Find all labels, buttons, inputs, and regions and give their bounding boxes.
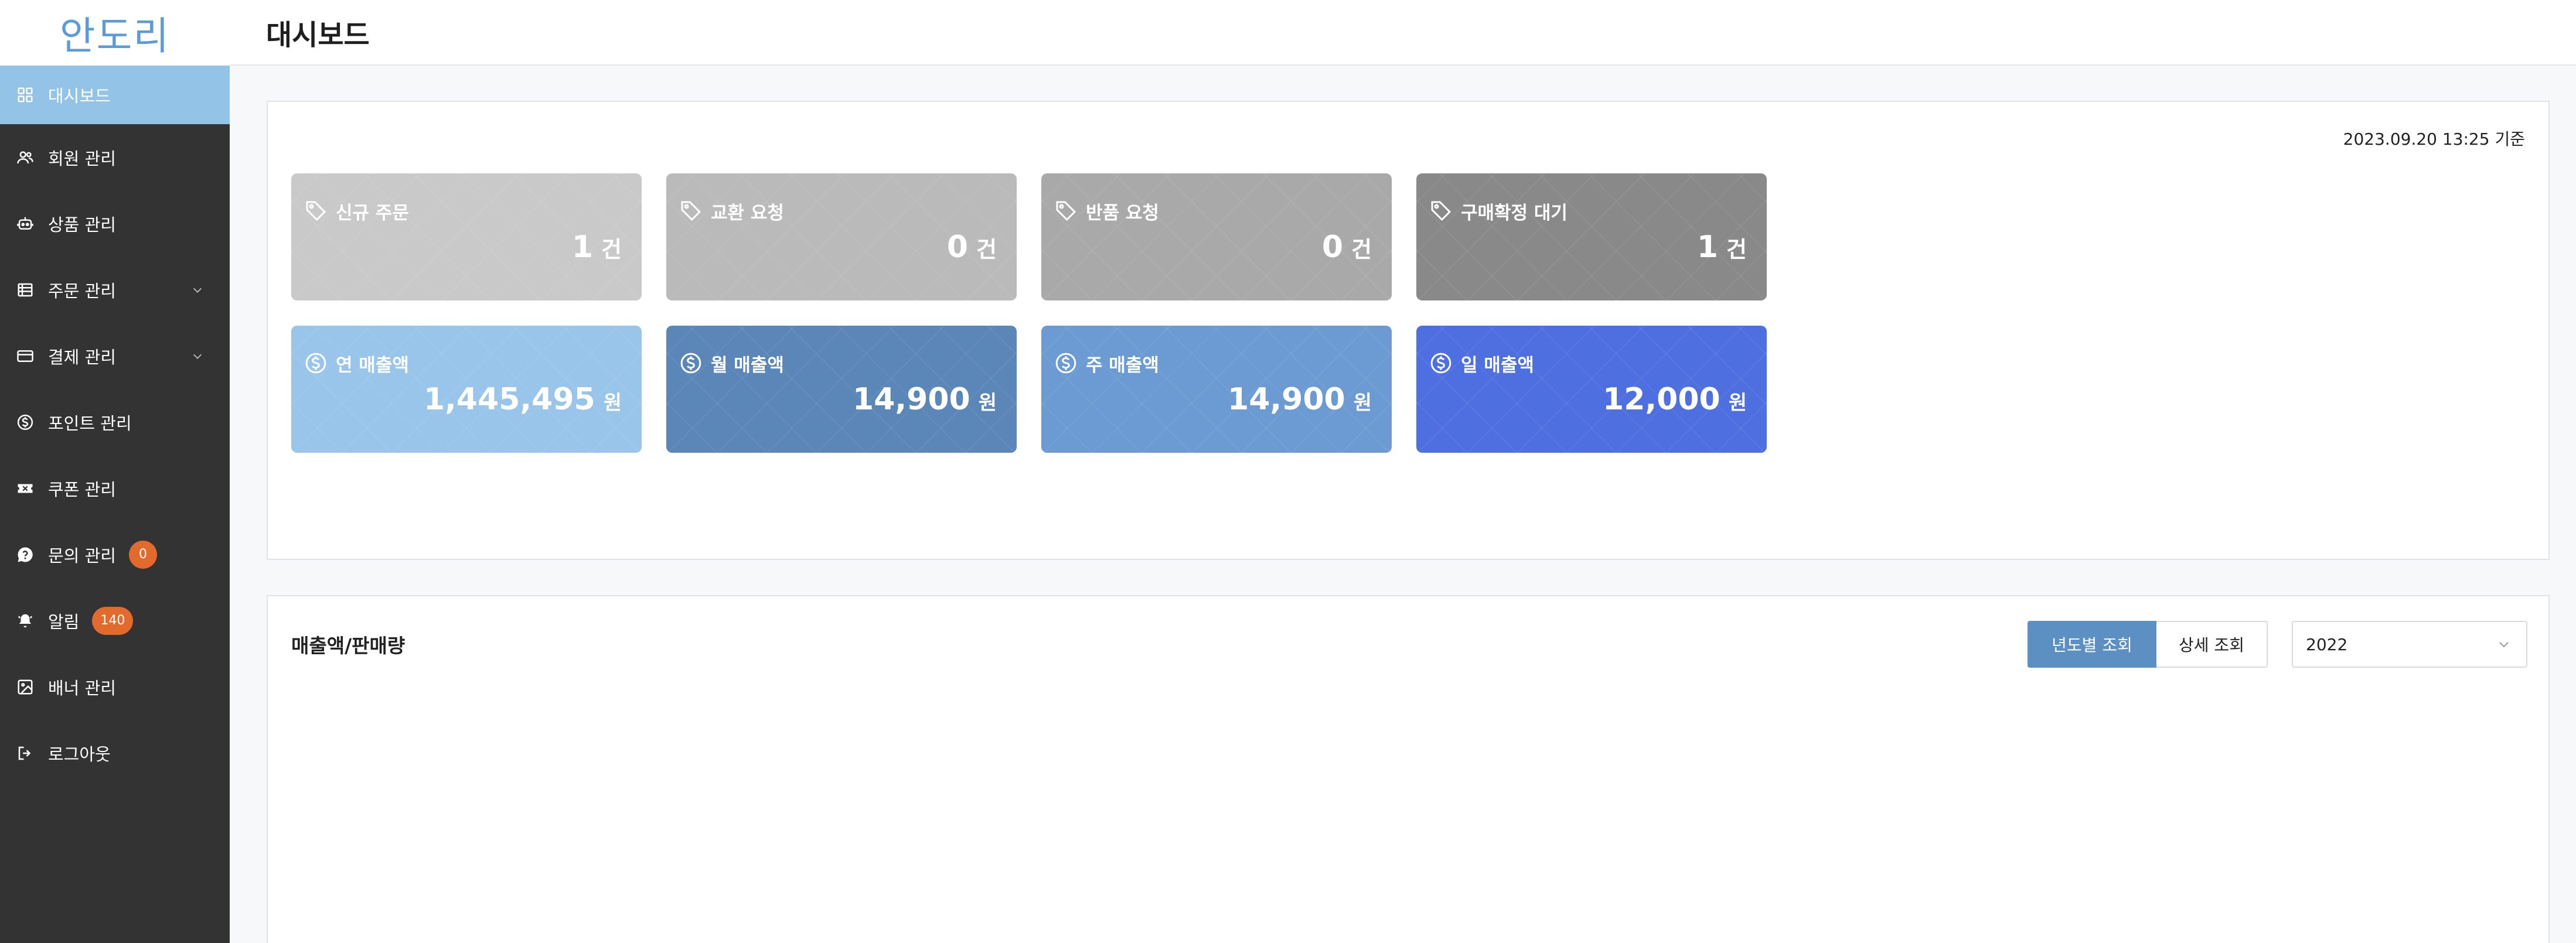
list-table-icon bbox=[15, 280, 35, 300]
card-value: 14,900 bbox=[1228, 382, 1345, 417]
year-select[interactable]: 2022 bbox=[2292, 621, 2527, 668]
sidebar-item-banners[interactable]: 배너 관리 bbox=[0, 654, 230, 720]
year-select-value: 2022 bbox=[2306, 634, 2348, 654]
yearly-view-button[interactable]: 년도별 조회 bbox=[2028, 621, 2156, 668]
sidebar-item-notifications[interactable]: 알림 140 bbox=[0, 587, 230, 654]
sidebar-item-label: 회원 관리 bbox=[48, 148, 116, 169]
dollar-circle-icon bbox=[15, 412, 35, 432]
sidebar-item-products[interactable]: 상품 관리 bbox=[0, 190, 230, 257]
sidebar-item-logout[interactable]: 로그아웃 bbox=[0, 720, 230, 786]
sidebar-item-label: 포인트 관리 bbox=[48, 413, 132, 433]
sidebar-item-label: 문의 관리 bbox=[48, 545, 116, 566]
sales-chart-panel: 매출액/판매량 년도별 조회 상세 조회 2022 bbox=[267, 595, 2550, 943]
chevron-down-icon bbox=[193, 354, 202, 359]
card-value: 1 bbox=[1696, 230, 1719, 265]
question-bubble-icon bbox=[15, 545, 35, 565]
users-icon bbox=[15, 148, 35, 168]
sidebar-item-label: 상품 관리 bbox=[48, 214, 116, 235]
order-card-confirm-pending[interactable]: 구매확정 대기 1 건 bbox=[1416, 173, 1767, 300]
sidebar-item-points[interactable]: 포인트 관리 bbox=[0, 389, 230, 455]
sidebar-item-orders[interactable]: 주문 관리 bbox=[0, 257, 230, 323]
card-value: 1,445,495 bbox=[423, 382, 595, 417]
sidebar-item-dashboard[interactable]: 대시보드 bbox=[0, 66, 230, 124]
card-value: 14,900 bbox=[853, 382, 970, 417]
view-mode-toggle: 년도별 조회 상세 조회 bbox=[2028, 621, 2268, 668]
tag-icon bbox=[304, 199, 329, 224]
tag-icon bbox=[679, 199, 704, 224]
order-card-new[interactable]: 신규 주문 1 건 bbox=[291, 173, 642, 300]
card-label: 주 매출액 bbox=[1086, 355, 1159, 376]
sidebar-nav: 대시보드 회원 관리 상품 관리 주문 관리 결제 관리 포인트 관리 쿠폰 관… bbox=[0, 66, 230, 786]
sidebar-item-payments[interactable]: 결제 관리 bbox=[0, 323, 230, 389]
card-label: 교환 요청 bbox=[711, 203, 784, 224]
logo-area[interactable]: 안도리 bbox=[0, 0, 230, 66]
sidebar-item-label: 알림 bbox=[48, 611, 80, 632]
sidebar: 안도리 대시보드 회원 관리 상품 관리 주문 관리 결제 관리 포인트 관리 … bbox=[0, 0, 230, 943]
sidebar-item-inquiries[interactable]: 문의 관리 0 bbox=[0, 521, 230, 587]
bell-icon bbox=[15, 611, 35, 631]
card-value: 0 bbox=[1321, 230, 1344, 265]
sidebar-item-coupons[interactable]: 쿠폰 관리 bbox=[0, 455, 230, 521]
card-label: 신규 주문 bbox=[336, 203, 409, 224]
card-unit: 원 bbox=[603, 391, 622, 415]
timestamp: 2023.09.20 13:25 기준 bbox=[2343, 129, 2525, 149]
sidebar-item-label: 주문 관리 bbox=[48, 281, 116, 301]
sales-card-weekly[interactable]: 주 매출액 14,900 원 bbox=[1041, 326, 1392, 453]
card-label: 연 매출액 bbox=[336, 355, 409, 376]
tag-icon bbox=[1429, 199, 1454, 224]
sales-card-yearly[interactable]: 연 매출액 1,445,495 원 bbox=[291, 326, 642, 453]
ticket-icon bbox=[15, 479, 35, 498]
card-unit: 건 bbox=[1351, 237, 1372, 262]
dollar-circle-icon bbox=[1429, 351, 1454, 376]
credit-card-icon bbox=[15, 346, 35, 366]
sales-card-daily[interactable]: 일 매출액 12,000 원 bbox=[1416, 326, 1767, 453]
sidebar-item-members[interactable]: 회원 관리 bbox=[0, 124, 230, 190]
summary-panel: 2023.09.20 13:25 기준 신규 주문 1 건 교환 요청 0 건 bbox=[267, 101, 2550, 560]
card-unit: 건 bbox=[976, 237, 997, 262]
top-header: 대시보드 bbox=[230, 0, 2576, 66]
dollar-circle-icon bbox=[679, 351, 704, 376]
chevron-down-icon bbox=[193, 288, 202, 293]
chevron-down-icon bbox=[2499, 642, 2509, 648]
card-label: 월 매출액 bbox=[711, 355, 784, 376]
logo: 안도리 bbox=[59, 13, 171, 59]
image-icon bbox=[15, 677, 35, 697]
card-unit: 건 bbox=[1726, 237, 1747, 262]
sidebar-item-label: 대시보드 bbox=[48, 86, 111, 106]
card-unit: 원 bbox=[978, 391, 997, 415]
chart-title: 매출액/판매량 bbox=[291, 634, 406, 657]
sales-card-monthly[interactable]: 월 매출액 14,900 원 bbox=[666, 326, 1017, 453]
order-card-exchange[interactable]: 교환 요청 0 건 bbox=[666, 173, 1017, 300]
card-value: 1 bbox=[571, 230, 594, 265]
card-label: 일 매출액 bbox=[1461, 355, 1534, 376]
card-label: 구매확정 대기 bbox=[1461, 203, 1568, 224]
sidebar-item-label: 로그아웃 bbox=[48, 744, 111, 764]
card-unit: 건 bbox=[601, 237, 622, 262]
detail-view-button[interactable]: 상세 조회 bbox=[2156, 621, 2268, 668]
card-value: 0 bbox=[946, 230, 969, 265]
dollar-circle-icon bbox=[1054, 351, 1079, 376]
page-title: 대시보드 bbox=[266, 19, 370, 52]
logout-icon bbox=[15, 743, 35, 763]
notification-count-badge: 140 bbox=[92, 606, 134, 635]
card-unit: 원 bbox=[1728, 391, 1747, 415]
order-card-return[interactable]: 반품 요청 0 건 bbox=[1041, 173, 1392, 300]
sidebar-item-label: 결제 관리 bbox=[48, 347, 116, 367]
sidebar-item-label: 배너 관리 bbox=[48, 678, 116, 698]
card-value: 12,000 bbox=[1603, 382, 1720, 417]
robot-box-icon bbox=[15, 214, 35, 234]
card-unit: 원 bbox=[1353, 391, 1372, 415]
dollar-circle-icon bbox=[304, 351, 329, 376]
card-label: 반품 요청 bbox=[1086, 203, 1159, 224]
dashboard-grid-icon bbox=[15, 85, 35, 105]
inquiry-count-badge: 0 bbox=[128, 540, 157, 569]
tag-icon bbox=[1054, 199, 1079, 224]
sidebar-item-label: 쿠폰 관리 bbox=[48, 479, 116, 500]
